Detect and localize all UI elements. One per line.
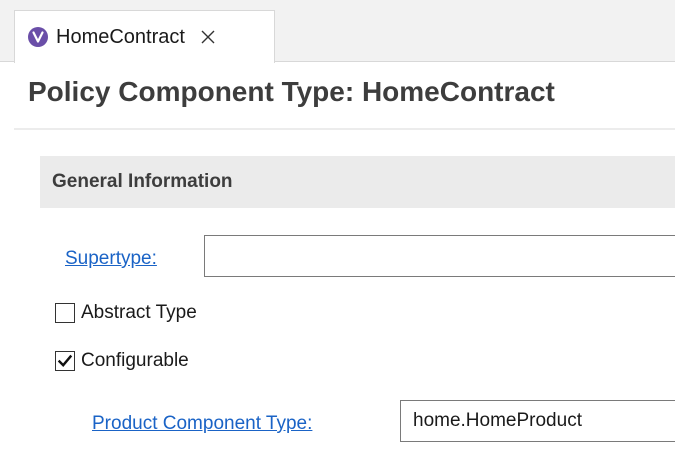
editor-tab-bar: HomeContract <box>0 0 675 63</box>
configurable-label: Configurable <box>81 350 189 371</box>
abstract-type-checkbox[interactable]: Abstract Type <box>55 302 197 324</box>
tab-homecontract[interactable]: HomeContract <box>14 10 275 63</box>
section-title: General Information <box>52 171 233 192</box>
supertype-link[interactable]: Supertype: <box>65 248 157 270</box>
product-component-type-input[interactable] <box>400 400 675 442</box>
abstract-type-checkbox-box[interactable] <box>55 303 75 323</box>
close-icon[interactable] <box>199 28 217 46</box>
general-information-section: General Information Supertype: Abstract … <box>28 140 675 462</box>
supertype-input[interactable] <box>204 235 675 277</box>
header-divider <box>14 128 675 130</box>
tab-label: HomeContract <box>56 25 185 48</box>
configurable-checkbox-box[interactable] <box>55 351 75 371</box>
page-title: Policy Component Type: HomeContract <box>28 76 555 107</box>
checkmark-icon <box>57 354 73 367</box>
product-component-type-link[interactable]: Product Component Type: <box>92 413 312 435</box>
configurable-checkbox[interactable]: Configurable <box>55 350 189 372</box>
abstract-type-label: Abstract Type <box>81 302 197 323</box>
section-header[interactable]: General Information <box>40 156 675 208</box>
policy-cmpt-type-icon <box>28 27 48 47</box>
